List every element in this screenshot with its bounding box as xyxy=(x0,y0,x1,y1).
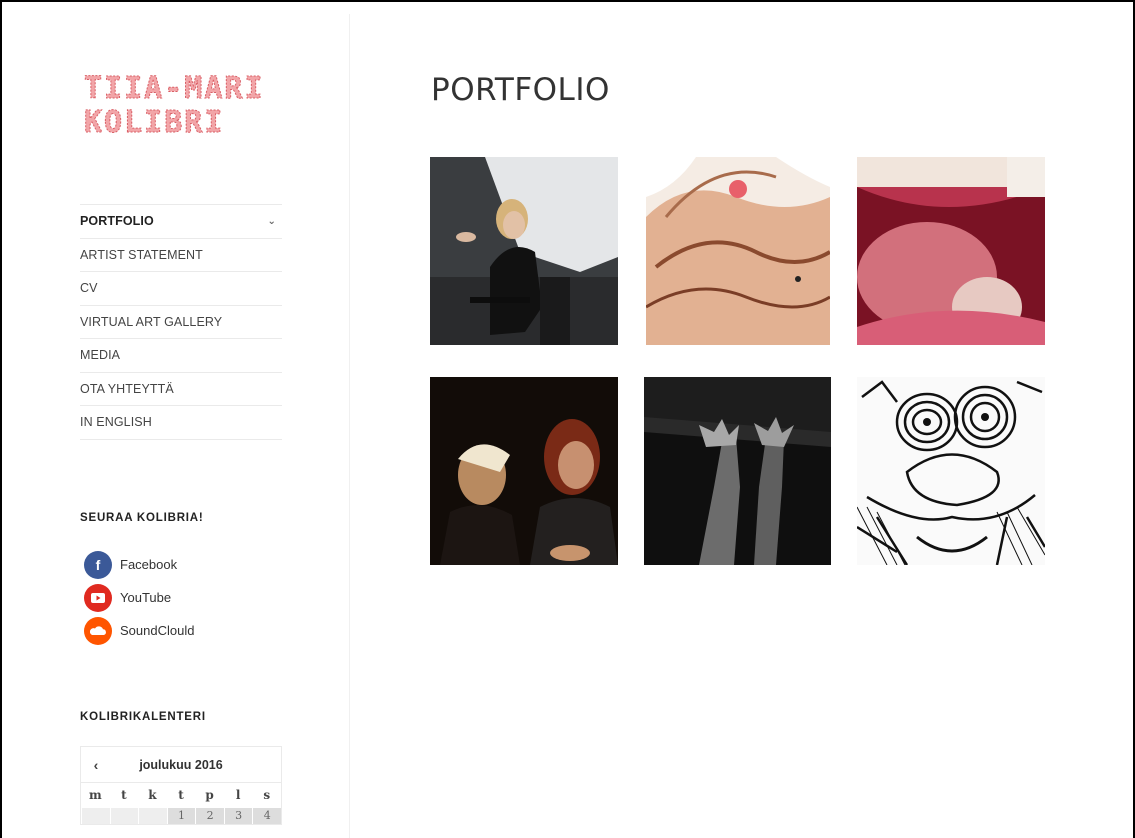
main-navigation: PORTFOLIO ⌄ ARTIST STATEMENT CV VIRTUAL … xyxy=(80,204,282,440)
social-label: Facebook xyxy=(120,557,178,572)
site-logo[interactable]: TIIA-MARI KOLIBRI xyxy=(82,70,282,137)
nav-item-label: VIRTUAL ART GALLERY xyxy=(80,314,223,329)
thumb-hands-dark[interactable] xyxy=(644,377,831,565)
social-label: YouTube xyxy=(120,590,172,605)
nav-item-label: CV xyxy=(80,281,98,296)
social-links: f Facebook YouTube SoundClould xyxy=(84,548,194,647)
nav-item-artist-statement[interactable]: ARTIST STATEMENT xyxy=(80,239,282,272)
chevron-left-icon[interactable]: ‹ xyxy=(81,757,111,773)
calendar: ‹ joulukuu 2016 m t k t p l s 1 2 3 4 xyxy=(80,746,282,825)
nav-item-media[interactable]: MEDIA xyxy=(80,339,282,373)
calendar-day: 2 xyxy=(195,808,224,824)
weekday: s xyxy=(263,788,271,802)
nav-item-label: PORTFOLIO xyxy=(80,214,154,229)
thumb-watercolor-body[interactable] xyxy=(646,157,830,345)
weekday: l xyxy=(235,788,241,802)
calendar-day xyxy=(109,808,139,824)
calendar-day: 3 xyxy=(223,808,253,824)
nav-item-contact[interactable]: OTA YHTEYTTÄ xyxy=(80,373,282,406)
nav-item-in-english[interactable]: IN ENGLISH xyxy=(80,406,282,440)
nav-item-label: ARTIST STATEMENT xyxy=(80,247,203,262)
chevron-down-icon[interactable]: ⌄ xyxy=(268,216,276,227)
logo-image: TIIA-MARI KOLIBRI xyxy=(84,71,265,137)
logo-line-1: TIIA-MARI xyxy=(84,71,265,106)
calendar-header: ‹ joulukuu 2016 xyxy=(81,747,281,783)
logo-line-2: KOLIBRI xyxy=(84,105,224,136)
thumb-lecture-photo[interactable] xyxy=(430,157,618,345)
nav-item-cv[interactable]: CV xyxy=(80,272,282,306)
nav-item-portfolio[interactable]: PORTFOLIO ⌄ xyxy=(80,205,282,239)
facebook-icon: f xyxy=(84,550,112,579)
weekday: t xyxy=(121,788,127,802)
sidebar: TIIA-MARI KOLIBRI PORTFOLIO ⌄ ARTIST STA… xyxy=(10,14,350,838)
nav-item-label: IN ENGLISH xyxy=(80,415,152,430)
weekday: p xyxy=(205,788,214,802)
social-label: SoundClould xyxy=(120,623,195,638)
calendar-day: 1 xyxy=(166,808,196,824)
calendar-widget-title: KOLIBRIKALENTERI xyxy=(80,711,206,723)
calendar-week: 1 2 3 4 xyxy=(81,808,282,824)
nav-item-label: OTA YHTEYTTÄ xyxy=(80,381,174,396)
calendar-day xyxy=(81,808,110,824)
page-title: PORTFOLIO xyxy=(431,72,610,108)
nav-item-virtual-art-gallery[interactable]: VIRTUAL ART GALLERY xyxy=(80,306,282,339)
calendar-month: joulukuu 2016 xyxy=(139,757,223,772)
follow-widget-title: SEURAA KOLIBRIA! xyxy=(80,512,204,524)
weekday: t xyxy=(178,788,184,802)
social-link-youtube[interactable]: YouTube xyxy=(84,581,194,614)
social-link-soundcloud[interactable]: SoundClould xyxy=(84,614,194,647)
thumb-two-performers[interactable] xyxy=(430,377,618,565)
youtube-icon xyxy=(84,583,112,612)
soundcloud-icon xyxy=(84,616,112,645)
weekday: k xyxy=(148,788,157,802)
nav-item-label: MEDIA xyxy=(80,348,121,363)
social-link-facebook[interactable]: f Facebook xyxy=(84,548,194,581)
thumb-open-mouth[interactable] xyxy=(857,157,1045,345)
calendar-weekdays: m t k t p l s xyxy=(81,783,281,808)
weekday: m xyxy=(88,788,102,802)
calendar-day xyxy=(138,808,167,824)
thumb-ink-drawing-face[interactable] xyxy=(857,377,1045,565)
calendar-day: 4 xyxy=(252,808,282,824)
